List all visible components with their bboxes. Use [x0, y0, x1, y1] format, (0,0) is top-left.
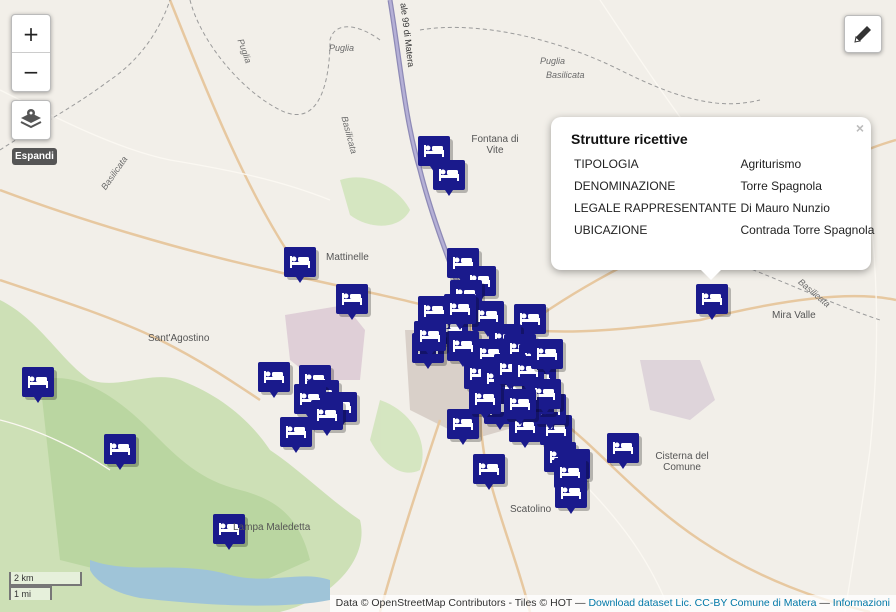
- attr-value: Torre Spagnola: [740, 179, 822, 193]
- marker[interactable]: [696, 284, 731, 320]
- place-label-mattinelle: Mattinelle: [326, 252, 369, 263]
- zoom-out-button[interactable]: −: [12, 52, 50, 90]
- table-row: LEGALE RAPPRESENTANTE Di Mauro Nunzio: [571, 197, 875, 219]
- marker[interactable]: [555, 478, 590, 514]
- marker[interactable]: [22, 367, 57, 403]
- place-label-miravalle: Mira Valle: [772, 310, 816, 321]
- road-label-puglia: Puglia: [540, 56, 566, 66]
- attr-value: Contrada Torre Spagnola: [740, 223, 875, 237]
- road-label-basilicata: Basilicata: [546, 70, 585, 80]
- marker[interactable]: [414, 321, 449, 357]
- marker[interactable]: [473, 454, 508, 490]
- place-label-scatolino: Scatolino: [510, 504, 552, 515]
- marker[interactable]: [469, 384, 504, 420]
- expand-button[interactable]: Espandi: [12, 148, 57, 165]
- marker[interactable]: [531, 339, 566, 375]
- map-attribution: Data © OpenStreetMap Contributors - Tile…: [329, 595, 896, 612]
- attribution-separator: —: [816, 597, 833, 609]
- popup-attributes-table: TIPOLOGIA Agriturismo DENOMINAZIONE Torre …: [571, 153, 875, 241]
- scale-bar: 2 km 1 mi: [9, 572, 82, 600]
- marker[interactable]: [258, 362, 293, 398]
- marker[interactable]: [336, 284, 371, 320]
- marker[interactable]: [311, 400, 346, 436]
- table-row: DENOMINAZIONE Torre Spagnola: [571, 175, 875, 197]
- marker[interactable]: [607, 433, 642, 469]
- feature-popup: Strutture ricettive × TIPOLOGIA Agrituris…: [551, 117, 874, 280]
- attr-key: DENOMINAZIONE: [574, 179, 676, 193]
- scale-metric: 2 km: [9, 572, 82, 586]
- attr-value: Agriturismo: [740, 157, 802, 171]
- popup-close-button[interactable]: ×: [856, 120, 864, 136]
- road-label-puglia: Puglia: [329, 43, 355, 53]
- place-label-maledetta: Lampa Maledetta: [233, 522, 311, 533]
- place-label-fontana: Fontana di Vite: [471, 134, 519, 156]
- attribution-text: Data © OpenStreetMap Contributors - Tile…: [335, 597, 589, 609]
- attr-key: UBICAZIONE: [574, 223, 648, 237]
- marker[interactable]: [444, 294, 479, 330]
- popup-title: Strutture ricettive: [571, 131, 688, 147]
- attr-value: Di Mauro Nunzio: [740, 201, 830, 215]
- info-link[interactable]: Informazioni: [833, 597, 890, 609]
- edit-button[interactable]: [844, 15, 882, 53]
- attr-key: TIPOLOGIA: [574, 157, 639, 171]
- layers-button[interactable]: [11, 100, 51, 140]
- scale-imperial: 1 mi: [9, 586, 52, 600]
- zoom-control: + −: [11, 14, 51, 92]
- place-label-santagostino: Sant'Agostino: [148, 333, 210, 344]
- pencil-icon: [854, 26, 871, 43]
- table-row: TIPOLOGIA Agriturismo: [571, 153, 875, 175]
- marker[interactable]: [284, 247, 319, 283]
- marker[interactable]: [433, 160, 468, 196]
- table-row: UBICAZIONE Contrada Torre Spagnola: [571, 219, 875, 241]
- marker[interactable]: [104, 434, 139, 470]
- download-dataset-link[interactable]: Download dataset Lic. CC-BY Comune di Ma…: [588, 597, 816, 609]
- place-label-cisterna: Cisterna del Comune: [655, 451, 709, 473]
- marker[interactable]: [280, 417, 315, 453]
- map-canvas[interactable]: [0, 0, 896, 612]
- layers-icon: [20, 109, 42, 129]
- attr-key: LEGALE RAPPRESENTANTE: [574, 201, 737, 215]
- marker[interactable]: [504, 389, 539, 425]
- zoom-in-button[interactable]: +: [12, 15, 50, 52]
